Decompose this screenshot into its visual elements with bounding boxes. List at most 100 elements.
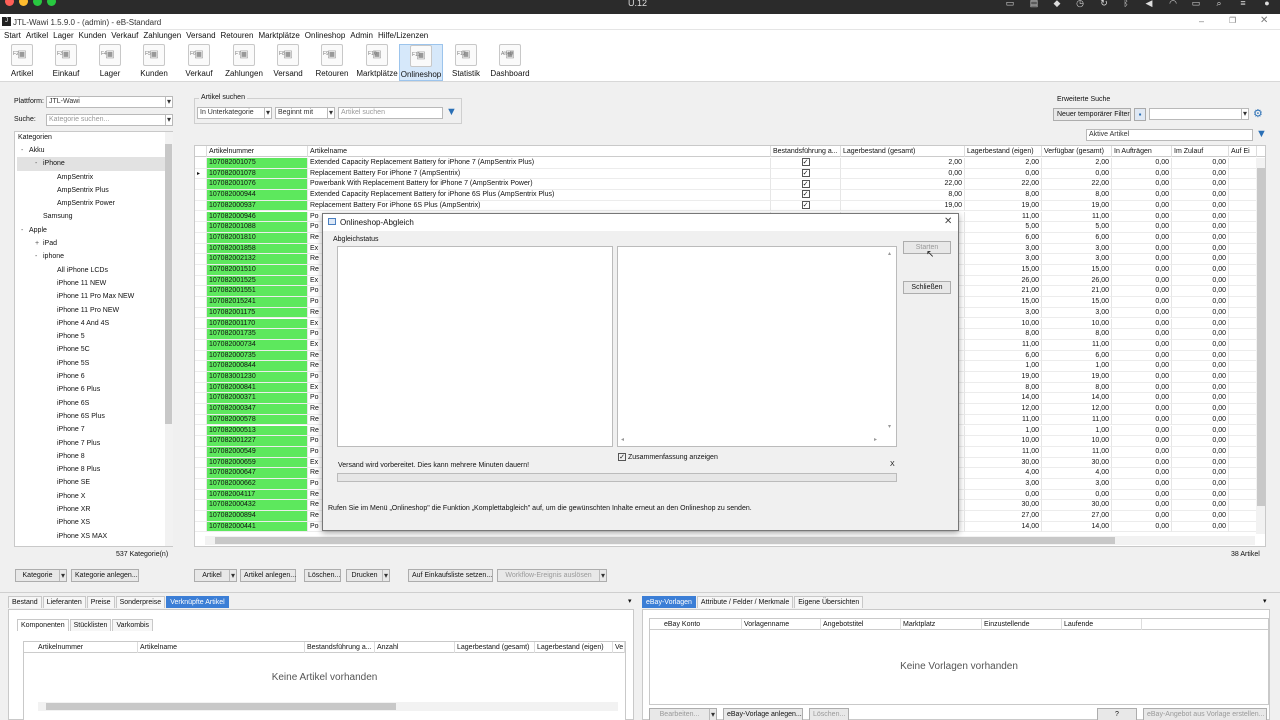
kategorie-menu-button[interactable]: Kategorie [15,569,67,582]
summary-checkbox[interactable]: ✓ Zusammenfassung anzeigen [618,453,718,461]
ribbon-dashboard-button[interactable]: Alt+D ▣ Dashboard [488,44,532,81]
ribbon-verkauf-button[interactable]: F6 ▣ Verkauf [177,44,221,81]
search-icon[interactable]: ⌕ [1214,0,1224,8]
tree-expander-icon[interactable]: - [35,250,43,263]
bl-hscrollbar[interactable] [38,702,618,711]
tree-item[interactable]: iPhone XS [17,516,165,529]
drucken-button[interactable]: Drucken [346,569,390,582]
bl-header-lagerbestand-gesamt-[interactable]: Lagerbestand (gesamt) [455,642,535,653]
tree-item[interactable]: iPhone 11 Pro Max NEW [17,290,165,303]
tree-expander-icon[interactable]: - [35,157,43,170]
display-icon[interactable]: ▭ [1191,0,1201,8]
tree-item[interactable]: iPhone 8 Plus [17,463,165,476]
detail-scroll-up-icon[interactable]: ▴ [888,250,891,257]
ribbon-artikel-button[interactable]: F2 ▣ Artikel [0,44,44,81]
br-header-vorlagenname[interactable]: Vorlagenname [742,619,821,630]
settings-gear-icon[interactable]: ⚙ [1253,107,1263,120]
maximize-icon[interactable]: ❐ [1229,16,1236,25]
kategorie-anlegen-button[interactable]: Kategorie anlegen... [71,569,139,582]
category-search-input[interactable]: Kategorie suchen... [46,114,173,126]
clock-icon[interactable]: ◷ [1075,0,1085,8]
artikel-menu-button[interactable]: Artikel [194,569,237,582]
ribbon-einkauf-button[interactable]: F3 ▣ Einkauf [44,44,88,81]
loeschen-button[interactable]: Löschen... [304,569,341,582]
menu-item-kunden[interactable]: Kunden [79,30,107,42]
br-header-angebotstitel[interactable]: Angebotstitel [821,619,901,630]
tab-st-cklisten[interactable]: Stücklisten [69,619,112,631]
bl-header-lagerbestand-eigen-[interactable]: Lagerbestand (eigen) [535,642,613,653]
tab-lieferanten[interactable]: Lieferanten [42,596,86,608]
grid-header-verf-gbar-gesamt-[interactable]: Verfügbar (gesamt) [1042,146,1112,157]
bl-header-bestandsf-hrung-a-[interactable]: Bestandsführung a... [305,642,375,653]
br-header-marktplatz[interactable]: Marktplatz [901,619,982,630]
tree-item[interactable]: + iPad [17,237,165,250]
tree-item[interactable]: iPhone XS MAX [17,530,165,543]
fullscreen-dot-icon[interactable] [47,0,56,6]
help-button[interactable]: ? [1097,708,1137,720]
battery-icon[interactable]: ▭ [1005,0,1015,8]
zoom-dot-icon[interactable] [33,0,42,6]
bl-header-artikelnummer[interactable]: Artikelnummer [36,642,138,653]
splitter[interactable] [0,592,1280,593]
bestandsfuehrung-checkbox[interactable]: ✓ [801,158,810,167]
ebay-vorlage-anlegen-button[interactable]: eBay-Vorlage anlegen... [723,708,803,720]
tab-varkombis[interactable]: Varkombis [112,619,153,631]
sync-icon[interactable]: ↻ [1099,0,1109,8]
tree-item[interactable]: - iPhone [17,157,165,171]
tree-item[interactable]: iPhone 4 And 4S [17,317,165,330]
menu-item-zahlungen[interactable]: Zahlungen [143,30,181,42]
dialog-close-icon[interactable]: ✕ [944,216,952,227]
ribbon-onlineshop-button[interactable]: F11 ▣ Onlineshop [399,44,443,81]
tab-verkn-pfte-artikel[interactable]: Verknüpfte Artikel [166,596,229,608]
tree-item[interactable]: iPhone SE [17,476,165,489]
filter-icon[interactable]: ▼ [446,106,457,118]
table-row[interactable]: 107082001076 Powerbank With Replacement B… [195,179,1257,191]
bottom-left-chevron-icon[interactable]: ▾ [628,597,632,605]
tree-item[interactable]: AmpSentrix Power [17,197,165,210]
br-header-einzustellende[interactable]: Einzustellende [982,619,1062,630]
tab-attribute-felder-merkmale[interactable]: Attribute / Felder / Merkmale [696,596,794,608]
menu-item-start[interactable]: Start [4,30,21,42]
close-dot-icon[interactable] [5,0,14,6]
minimize-dot-icon[interactable] [19,0,28,6]
artikel-anlegen-button[interactable]: Artikel anlegen... [240,569,296,582]
detail-scroll-left-icon[interactable]: ◂ [621,436,624,443]
minimize-icon[interactable]: – [1199,16,1204,26]
menu-item-admin[interactable]: Admin [350,30,373,42]
loeschen-vorlage-button[interactable]: Löschen... [809,708,849,720]
ribbon-kunden-button[interactable]: F5 ▣ Kunden [132,44,176,81]
tab-preise[interactable]: Preise [86,596,115,608]
bl-header-ve[interactable]: Ve [613,642,625,653]
table-row[interactable]: ▸ 107082001078 Replacement Battery For iPh… [195,168,1257,180]
schliessen-button[interactable]: Schließen [903,281,951,294]
bearbeiten-button[interactable]: Bearbeiten... [649,708,717,720]
tree-item[interactable]: iPhone 11 Pro NEW [17,304,165,317]
workflow-button[interactable]: Workflow-Ereignis auslösen [497,569,607,582]
detail-scroll-down-icon[interactable]: ▾ [888,423,891,430]
ribbon-retouren-button[interactable]: F9 ▣ Retouren [310,44,354,81]
tab-komponenten[interactable]: Komponenten [17,619,69,631]
temp-filter-button[interactable]: Neuer temporärer Filter [1053,108,1131,121]
ribbon-versand-button[interactable]: F8 ▣ Versand [266,44,310,81]
tree-expander-icon[interactable]: + [35,237,43,250]
volume-icon[interactable]: ◀ [1144,0,1154,8]
tree-item[interactable]: iPhone 5S [17,357,165,370]
bl-header-anzahl[interactable]: Anzahl [375,642,455,653]
menu-item-versand[interactable]: Versand [186,30,215,42]
tree-item[interactable]: iPhone 5 [17,330,165,343]
menu-item-onlineshop[interactable]: Onlineshop [305,30,345,42]
bl-hscrollbar-thumb[interactable] [46,703,396,710]
grid-header-bestandsf-hrung-a-[interactable]: Bestandsführung a... [771,146,841,157]
keyboard-icon[interactable]: ▤ [1029,0,1039,8]
grid-header-in-auftr-gen[interactable]: In Aufträgen [1112,146,1172,157]
br-header-laufende[interactable]: Laufende [1062,619,1142,630]
wifi-icon[interactable]: ◠ [1168,0,1178,8]
grid-vscrollbar[interactable] [1256,158,1265,534]
table-row[interactable]: 107082001075 Extended Capacity Replacemen… [195,158,1257,169]
tree-item[interactable]: iPhone X [17,490,165,503]
tree-item[interactable]: Samsung [17,210,165,223]
tree-item[interactable]: iPhone 7 Plus [17,437,165,450]
bl-header-artikelname[interactable]: Artikelname [138,642,305,653]
tree-item[interactable]: iPhone 7 [17,423,165,436]
tree-expander-icon[interactable]: - [21,144,29,157]
